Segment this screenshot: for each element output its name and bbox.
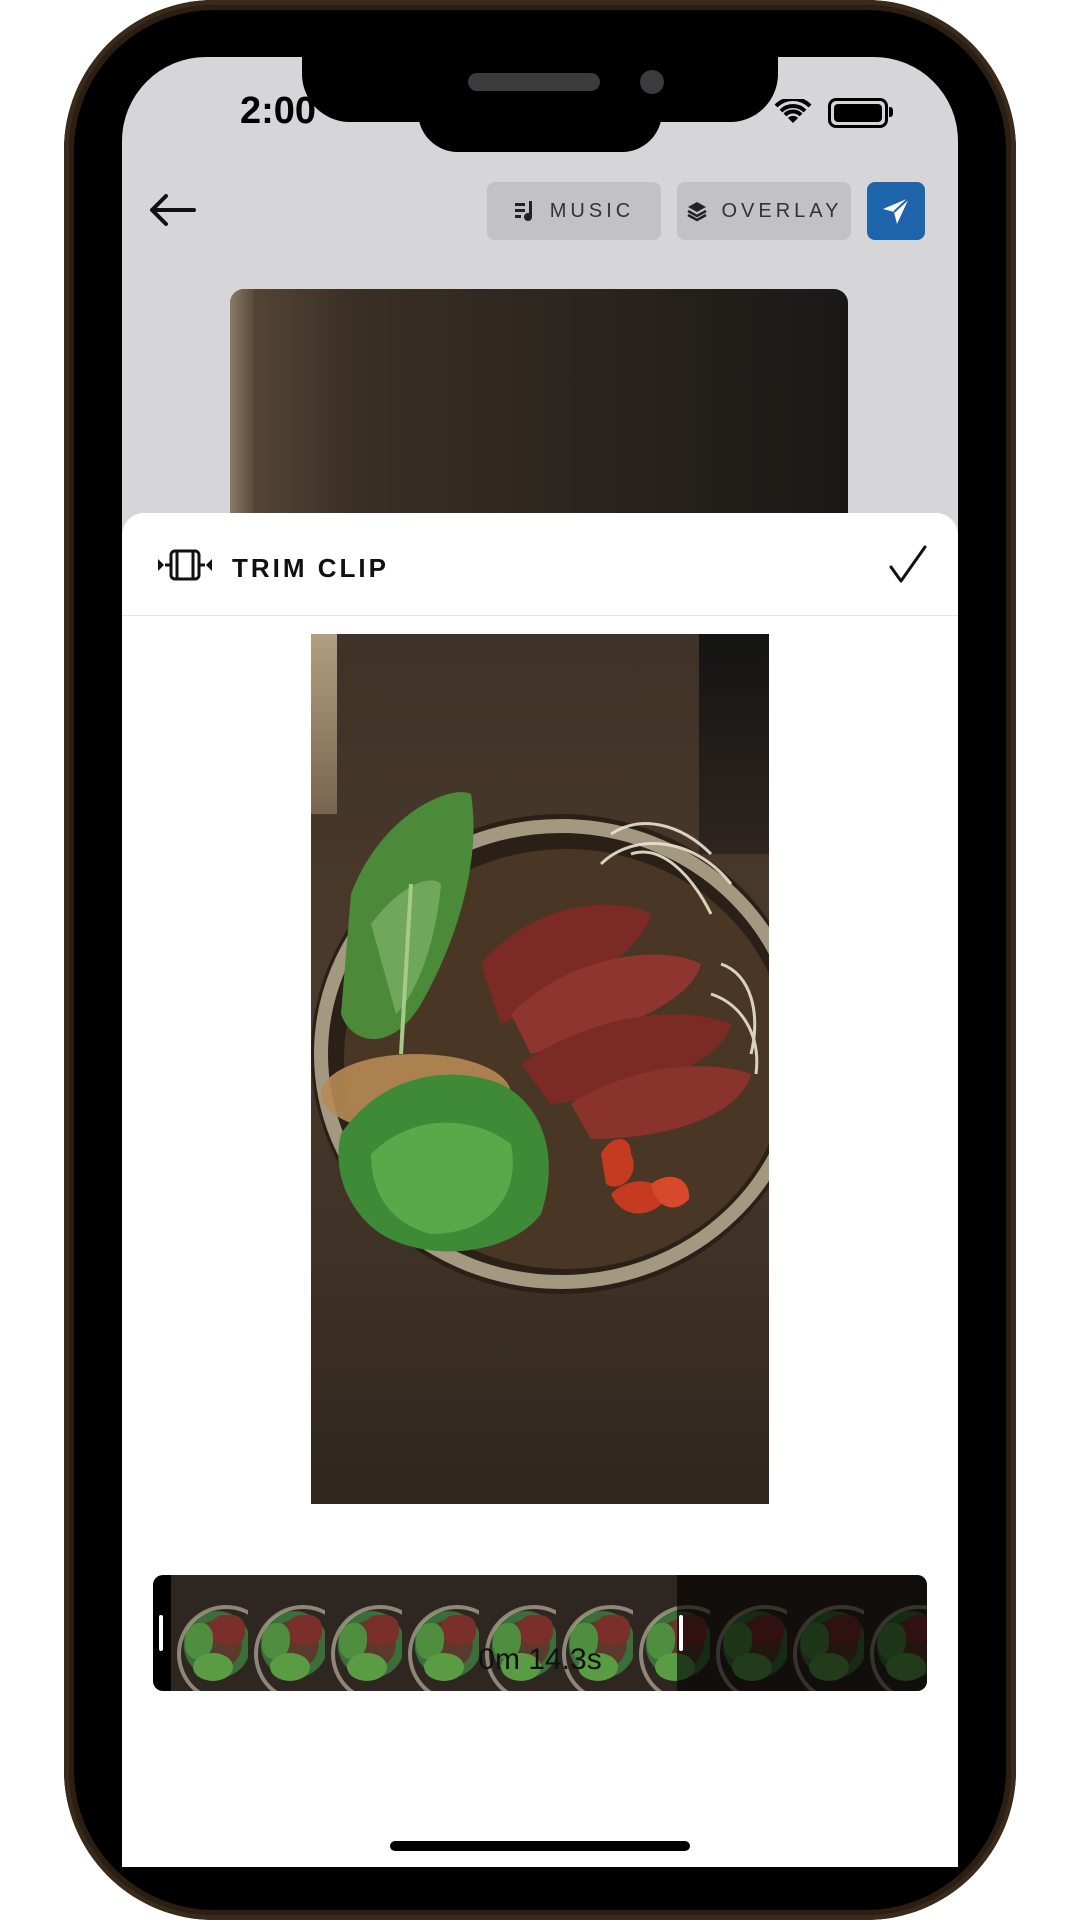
battery-icon [828,98,893,128]
status-time: 2:00 [240,90,317,132]
sheet-header: TRIM CLIP [122,513,958,616]
trim-sheet: TRIM CLIP 0m 14.3s [122,513,958,1867]
home-indicator[interactable] [390,1841,690,1851]
sheet-title: TRIM CLIP [232,553,389,583]
front-camera [640,70,664,94]
layers-icon [686,202,707,222]
checkmark-icon[interactable] [888,545,928,585]
trim-duration: 0m 14.3s [478,1643,602,1676]
clip-preview[interactable] [311,634,769,1504]
background-video-preview [230,289,848,549]
back-arrow-icon[interactable] [146,190,198,230]
send-icon [883,197,910,224]
speaker [468,73,600,91]
trim-clip-icon [158,549,212,581]
music-button[interactable]: MUSIC [487,182,661,240]
send-button[interactable] [867,182,925,240]
overlay-label: OVERLAY [721,199,843,222]
wifi-icon [774,99,812,123]
notch-lower [418,100,662,152]
music-label: MUSIC [549,199,635,222]
overlay-button[interactable]: OVERLAY [677,182,851,240]
music-note-icon [514,201,532,221]
food-bowl-image [311,792,769,1294]
